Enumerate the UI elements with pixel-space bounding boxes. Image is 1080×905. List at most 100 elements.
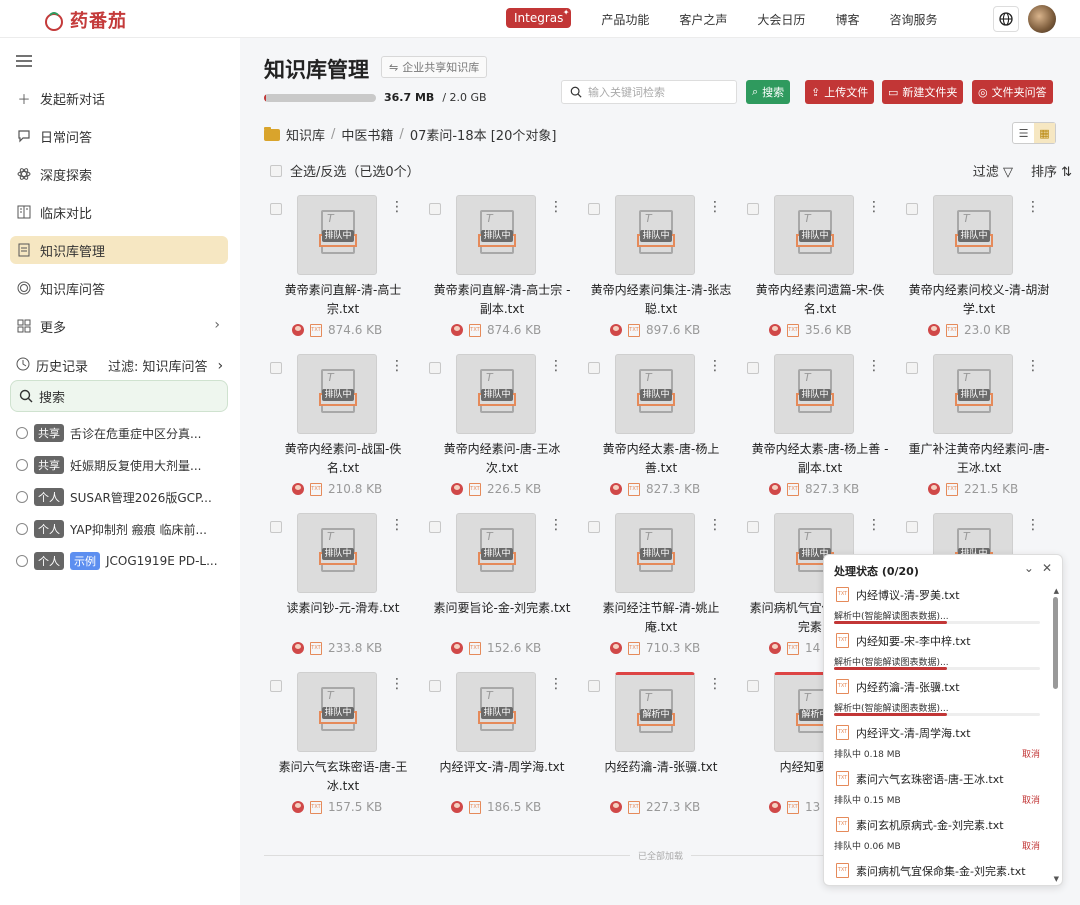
file-thumbnail[interactable]: TTXT排队中: [774, 195, 854, 275]
more-options-icon[interactable]: ⋮: [708, 517, 722, 533]
more-options-icon[interactable]: ⋮: [708, 676, 722, 692]
select-all-checkbox[interactable]: [270, 164, 282, 177]
file-checkbox[interactable]: [588, 203, 600, 215]
file-thumbnail[interactable]: TTXT解析中: [615, 672, 695, 752]
file-checkbox[interactable]: [747, 521, 759, 533]
cancel-button[interactable]: 取消: [1022, 839, 1040, 852]
conversation-radio[interactable]: [16, 459, 28, 471]
file-card[interactable]: T TXT 排队中 ⋮ 黄帝素问直解-清-高士宗 - 副本.txt TXT 874.6 KB: [429, 195, 581, 345]
file-checkbox[interactable]: [429, 521, 441, 533]
more-options-icon[interactable]: ⋮: [549, 676, 563, 692]
nav-customers[interactable]: 客户之声: [679, 8, 727, 28]
conversation-radio[interactable]: [16, 555, 28, 567]
file-checkbox[interactable]: [588, 521, 600, 533]
file-card[interactable]: T TXT 排队中 ⋮ 内经评文-清-周学海.txt TXT 186.5 KB: [429, 672, 581, 822]
more-options-icon[interactable]: ⋮: [390, 199, 404, 215]
file-card[interactable]: T TXT 排队中 ⋮ 素问要旨论-金-刘完素.txt TXT 152.6 KB: [429, 513, 581, 663]
grid-view-icon[interactable]: ▦: [1034, 123, 1055, 143]
more-options-icon[interactable]: ⋮: [867, 199, 881, 215]
conversation-item[interactable]: 共享 妊娠期反复使用大剂量...: [16, 456, 232, 474]
file-checkbox[interactable]: [906, 521, 918, 533]
file-card[interactable]: T TXT 排队中 ⋮ 黄帝内经素问-唐-王冰次.txt TXT 226.5 KB: [429, 354, 581, 504]
scroll-up-icon[interactable]: ▲: [1054, 587, 1059, 595]
sort-button[interactable]: 排序 ⇅: [1031, 161, 1072, 180]
panel-scrollbar[interactable]: [1053, 597, 1058, 689]
more-options-icon[interactable]: ⋮: [1026, 358, 1040, 374]
cancel-button[interactable]: 取消: [1022, 793, 1040, 806]
file-checkbox[interactable]: [270, 362, 282, 374]
more-options-icon[interactable]: ⋮: [549, 358, 563, 374]
sidebar-item-more[interactable]: 更多 ›: [10, 312, 228, 340]
sidebar-search[interactable]: 搜索: [10, 380, 228, 412]
file-thumbnail[interactable]: TTXT排队中: [456, 672, 536, 752]
file-card[interactable]: T TXT 排队中 ⋮ 黄帝内经素问-战国-佚名.txt TXT 210.8 KB: [270, 354, 422, 504]
nav-consulting[interactable]: 咨询服务: [889, 8, 937, 28]
file-thumbnail[interactable]: TTXT排队中: [456, 513, 536, 593]
more-options-icon[interactable]: ⋮: [867, 517, 881, 533]
conversation-radio[interactable]: [16, 523, 28, 535]
sidebar-item-new-chat[interactable]: ＋ 发起新对话: [10, 84, 228, 112]
sidebar-item-deep-explore[interactable]: 深度探索: [10, 160, 228, 188]
language-button[interactable]: [993, 6, 1019, 32]
file-card[interactable]: T TXT 解析中 ⋮ 内经药瀹-清-张骥.txt TXT 227.3 KB: [588, 672, 740, 822]
file-checkbox[interactable]: [747, 680, 759, 692]
file-card[interactable]: T TXT 排队中 ⋮ 黄帝内经素问集注-清-张志聪.txt TXT 897.6 KB: [588, 195, 740, 345]
scroll-down-icon[interactable]: ▼: [1054, 875, 1059, 883]
breadcrumb-root[interactable]: 知识库: [286, 125, 325, 144]
user-avatar[interactable]: [1028, 5, 1056, 33]
file-card[interactable]: T TXT 排队中 ⋮ 黄帝内经太素-唐-杨上善 - 副本.txt TXT 827.3 KB: [747, 354, 899, 504]
conversation-radio[interactable]: [16, 427, 28, 439]
filter-button[interactable]: 过滤 ▽: [973, 161, 1013, 180]
conversation-item[interactable]: 个人 SUSAR管理2026版GCP...: [16, 488, 232, 506]
conversation-radio[interactable]: [16, 491, 28, 503]
file-checkbox[interactable]: [270, 680, 282, 692]
new-folder-button[interactable]: ▭ 新建文件夹: [882, 80, 964, 104]
file-card[interactable]: T TXT 排队中 ⋮ 素问六气玄珠密语-唐-王冰.txt TXT 157.5 KB: [270, 672, 422, 822]
more-options-icon[interactable]: ⋮: [867, 358, 881, 374]
file-card[interactable]: T TXT 排队中 ⋮ 黄帝内经太素-唐-杨上善.txt TXT 827.3 KB: [588, 354, 740, 504]
kb-search-input[interactable]: 输入关键词检索: [561, 80, 737, 104]
more-options-icon[interactable]: ⋮: [390, 676, 404, 692]
breadcrumb-folder[interactable]: 中医书籍: [341, 125, 393, 144]
conversation-item[interactable]: 共享 舌诊在危重症中区分真...: [16, 424, 232, 442]
file-checkbox[interactable]: [429, 680, 441, 692]
file-checkbox[interactable]: [906, 362, 918, 374]
file-card[interactable]: T TXT 排队中 ⋮ 黄帝内经素问校义-清-胡澍学.txt TXT 23.0 KB: [906, 195, 1058, 345]
more-options-icon[interactable]: ⋮: [390, 517, 404, 533]
nav-blog[interactable]: 博客: [835, 8, 859, 28]
more-options-icon[interactable]: ⋮: [708, 358, 722, 374]
more-options-icon[interactable]: ⋮: [549, 199, 563, 215]
close-icon[interactable]: ✕: [1042, 561, 1052, 575]
file-card[interactable]: T TXT 排队中 ⋮ 重广补注黄帝内经素问-唐-王冰.txt TXT 221.5 KB: [906, 354, 1058, 504]
conversation-item[interactable]: 个人 YAP抑制剂 瘢痕 临床前...: [16, 520, 232, 538]
more-options-icon[interactable]: ⋮: [708, 199, 722, 215]
more-options-icon[interactable]: ⋮: [1026, 517, 1040, 533]
sidebar-item-knowledge-base[interactable]: 知识库管理: [10, 236, 228, 264]
nav-integras[interactable]: Integras ✦: [506, 8, 572, 28]
select-all[interactable]: 全选/反选（已选0个）: [270, 161, 420, 180]
list-view-icon[interactable]: ☰: [1013, 123, 1034, 143]
history-filter[interactable]: 过滤: 知识库问答: [108, 356, 208, 375]
file-checkbox[interactable]: [588, 680, 600, 692]
more-options-icon[interactable]: ⋮: [1026, 199, 1040, 215]
shared-kb-button[interactable]: ⇋ 企业共享知识库: [381, 56, 488, 78]
file-thumbnail[interactable]: TTXT排队中: [615, 195, 695, 275]
file-checkbox[interactable]: [906, 203, 918, 215]
file-checkbox[interactable]: [270, 521, 282, 533]
upload-button[interactable]: ⇪ 上传文件: [805, 80, 875, 104]
file-checkbox[interactable]: [429, 362, 441, 374]
chevron-down-icon[interactable]: ⌄: [1024, 561, 1034, 575]
conversation-item[interactable]: 个人 示例 JCOG1919E PD-L...: [16, 552, 232, 570]
file-card[interactable]: T TXT 排队中 ⋮ 素问经注节解-清-姚止庵.txt TXT 710.3 KB: [588, 513, 740, 663]
file-thumbnail[interactable]: TTXT排队中: [774, 354, 854, 434]
more-options-icon[interactable]: ⋮: [390, 358, 404, 374]
file-checkbox[interactable]: [429, 203, 441, 215]
file-card[interactable]: T TXT 排队中 ⋮ 黄帝素问直解-清-高士宗.txt TXT 874.6 KB: [270, 195, 422, 345]
file-thumbnail[interactable]: TTXT排队中: [615, 513, 695, 593]
file-thumbnail[interactable]: TTXT排队中: [615, 354, 695, 434]
file-card[interactable]: T TXT 排队中 ⋮ 黄帝内经素问遗篇-宋-佚名.txt TXT 35.6 KB: [747, 195, 899, 345]
file-checkbox[interactable]: [747, 203, 759, 215]
menu-icon[interactable]: [16, 54, 32, 72]
sidebar-item-knowledge-qa[interactable]: 知识库问答: [10, 274, 228, 302]
nav-product[interactable]: 产品功能: [601, 8, 649, 28]
